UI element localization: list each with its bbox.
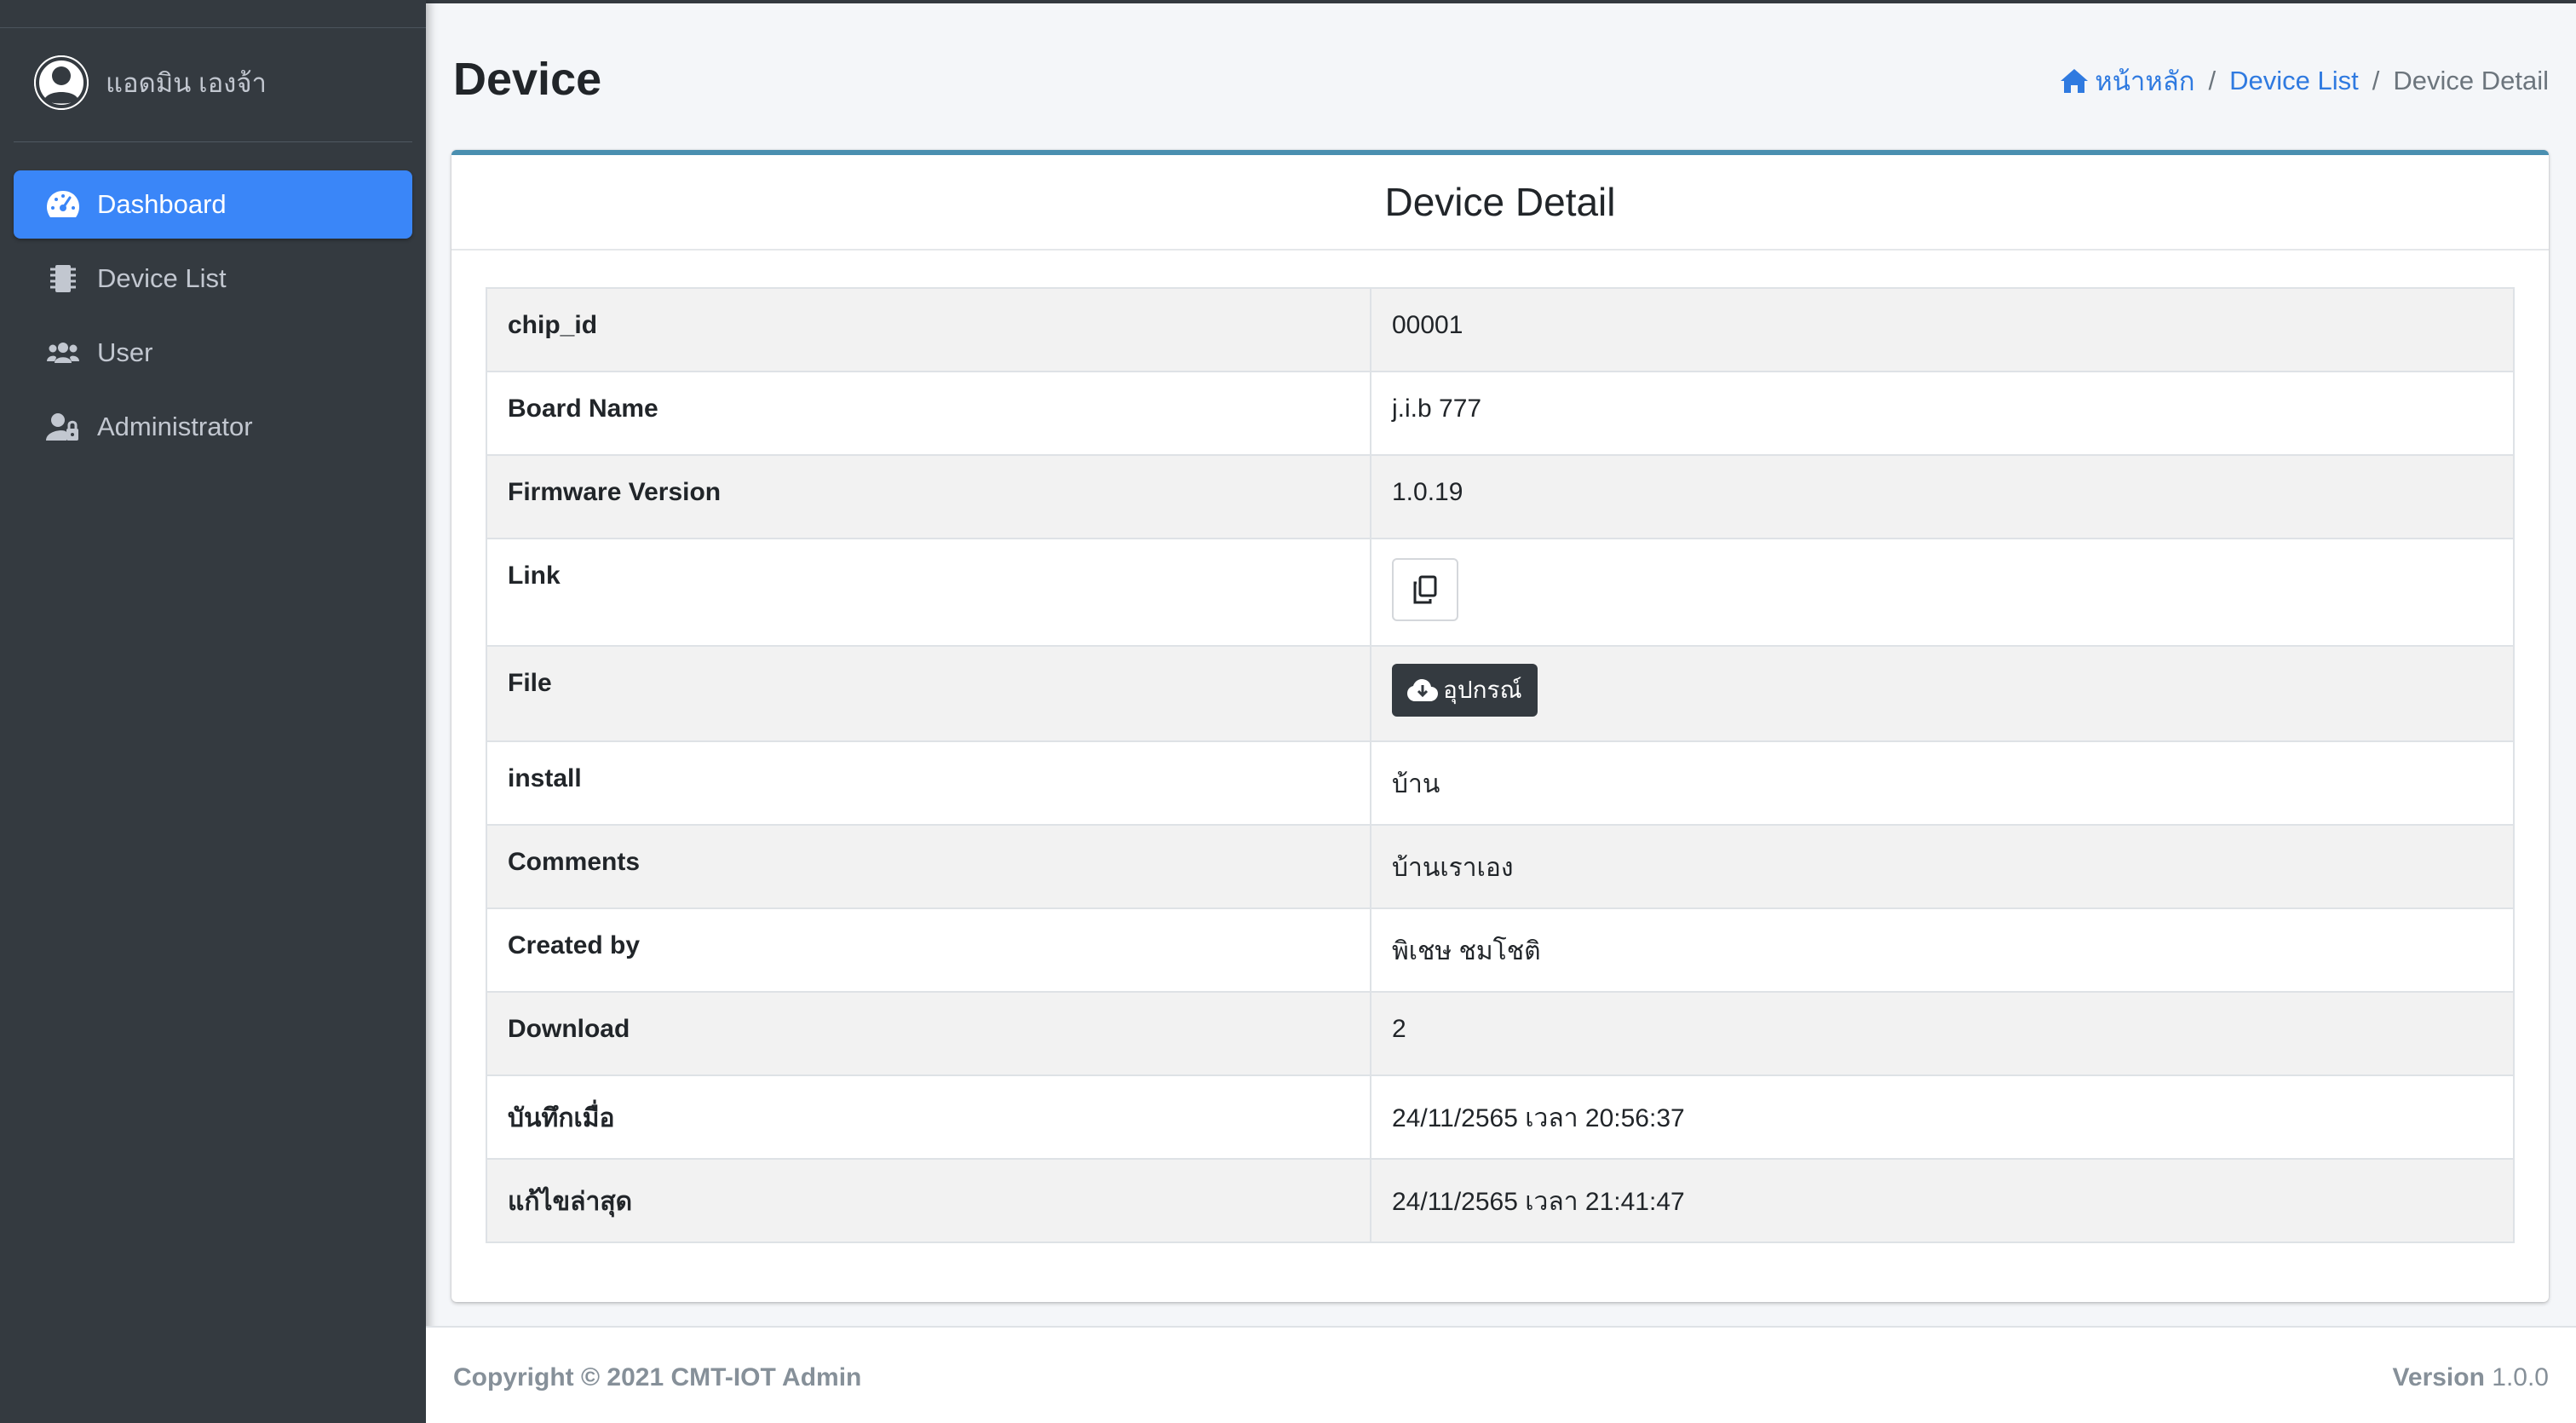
row-value: อุปกรณ์ [1370,645,2515,742]
breadcrumb-device-list[interactable]: Device List [2229,66,2359,96]
row-key: Comments [486,824,1371,909]
row-key: Link [486,538,1371,647]
user-panel[interactable]: แอดมิน เองจ้า [34,55,267,111]
sidebar-item-device-list[interactable]: Device List [14,245,412,313]
row-value [1370,538,2515,647]
footer-copyright: Copyright © 2021 CMT-IOT Admin [453,1363,862,1391]
cloud-download-icon [1407,679,1438,701]
home-icon [2061,69,2089,93]
sidebar-item-label: User [97,337,153,367]
row-key: Download [486,991,1371,1076]
row-key: บันทึกเมื่อ [486,1074,1371,1160]
table-row: แก้ไขล่าสุด 24/11/2565 เวลา 21:41:47 [486,1158,2515,1243]
sidebar-item-label: Dashboard [97,189,227,219]
sidebar: แอดมิน เองจ้า Dashboard Device List User [0,0,426,1423]
table-row: Firmware Version 1.0.19 [486,454,2515,539]
table-row: Download 2 [486,991,2515,1076]
page-title: Device [453,54,602,105]
sidebar-item-label: Device List [97,263,227,293]
row-value: 2 [1370,991,2515,1076]
row-value: 24/11/2565 เวลา 20:56:37 [1370,1074,2515,1160]
row-key: Board Name [486,371,1371,456]
breadcrumb-current: Device Detail [2393,66,2549,95]
row-value: 1.0.19 [1370,454,2515,539]
row-value: 24/11/2565 เวลา 21:41:47 [1370,1158,2515,1243]
breadcrumb: หน้าหลัก / Device List / Device Detail [2059,60,2549,102]
microchip-icon [44,262,82,296]
device-detail-card: Device Detail chip_id 00001 Board Name j… [451,150,2549,1302]
user-avatar-icon [34,55,89,110]
table-row: Link [486,538,2515,647]
table-row: Comments บ้านเราเอง [486,824,2515,909]
row-value: บ้าน [1370,740,2515,826]
row-value: พิเชษ ชมโชติ [1370,907,2515,993]
row-key: install [486,740,1371,826]
footer: Copyright © 2021 CMT-IOT Admin Version 1… [426,1326,2576,1423]
device-detail-table: chip_id 00001 Board Name j.i.b 777 Firmw… [486,287,2515,1243]
table-row: install บ้าน [486,740,2515,826]
table-row: Board Name j.i.b 777 [486,371,2515,456]
version-label: Version [2392,1363,2485,1391]
breadcrumb-divider: / [2372,66,2380,95]
card-title: Device Detail [451,155,2549,251]
row-key: Created by [486,907,1371,993]
table-row: chip_id 00001 [486,287,2515,372]
tachometer-icon [44,187,82,222]
sidebar-item-administrator[interactable]: Administrator [14,393,412,461]
copy-icon [1413,575,1437,604]
sidebar-item-user[interactable]: User [14,319,412,387]
sidebar-item-dashboard[interactable]: Dashboard [14,170,412,239]
table-row: บันทึกเมื่อ 24/11/2565 เวลา 20:56:37 [486,1074,2515,1160]
sidebar-divider [0,27,426,28]
table-row: Created by พิเชษ ชมโชติ [486,907,2515,993]
download-file-label: อุปกรณ์ [1443,677,1522,703]
sidebar-nav: Dashboard Device List User Administrator [14,170,412,467]
users-icon [44,336,82,370]
row-key: Firmware Version [486,454,1371,539]
row-value: j.i.b 777 [1370,371,2515,456]
footer-version: Version 1.0.0 [2393,1363,2549,1392]
row-key: แก้ไขล่าสุด [486,1158,1371,1243]
table-row: File อุปกรณ์ [486,645,2515,742]
user-name: แอดมิน เองจ้า [106,68,267,98]
breadcrumb-home-label: หน้าหลัก [2095,66,2195,96]
sidebar-item-label: Administrator [97,412,253,441]
row-key: chip_id [486,287,1371,372]
user-lock-icon [44,410,82,444]
row-value: บ้านเราเอง [1370,824,2515,909]
download-file-button[interactable]: อุปกรณ์ [1392,664,1538,717]
breadcrumb-divider: / [2208,66,2217,95]
sidebar-divider [14,141,412,142]
breadcrumb-home[interactable]: หน้าหลัก [2059,60,2195,102]
row-value: 00001 [1370,287,2515,372]
row-key: File [486,645,1371,742]
copy-link-button[interactable] [1392,558,1458,621]
version-value: 1.0.0 [2492,1363,2549,1391]
